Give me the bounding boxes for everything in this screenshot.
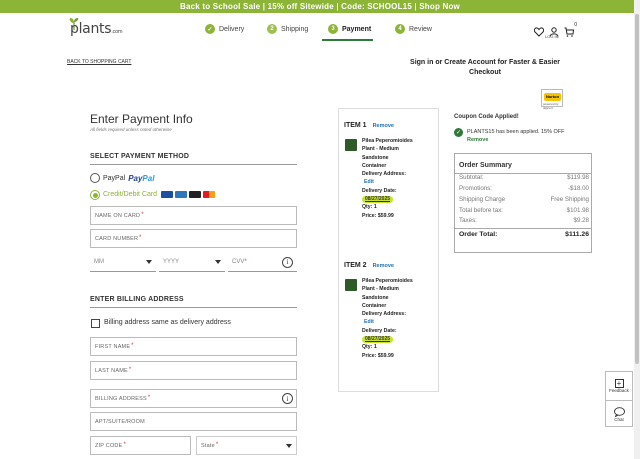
step-label: Delivery [219,25,245,33]
same-as-delivery-label[interactable]: Billing address same as delivery address [104,319,231,326]
item-1-details: Pilea Peperomioides Plant - Medium Sands… [362,138,413,219]
edit-address-link[interactable]: Edit [364,179,374,185]
check-circle-icon: ✓ [454,128,463,137]
step-payment[interactable]: 3 Payment [328,22,371,36]
step-number: 4 [395,24,405,34]
item-thumbnail[interactable] [345,279,357,291]
chat-button[interactable]: Chat [606,400,632,428]
remove-coupon-button[interactable]: Remove [467,136,565,144]
step-review[interactable]: 4 Review [395,22,432,36]
discover-icon [189,191,202,198]
credit-card-option[interactable]: Credit/Debit Card [103,191,216,198]
step-number: 2 [267,24,277,34]
order-total: Order Total: $111.26 [459,231,589,238]
item-2-details: Pilea Peperomioides Plant - Medium Sands… [362,278,413,359]
paypal-radio[interactable] [90,173,100,183]
name-on-card-input[interactable]: NAME ON CARD * [90,206,297,225]
cart-count: 0 [574,22,577,28]
billing-address-input[interactable]: BILLING ADDRESS* i [90,389,297,408]
page-title: Enter Payment Info [90,112,193,126]
divider [90,307,297,308]
summary-row: Shipping Charge Free Shipping [459,196,589,203]
chevron-down-icon [146,260,152,264]
chat-bubble-icon [613,407,625,417]
logo-text: plants.com [70,21,123,37]
summary-row: Taxes: $9.28 [459,217,589,224]
summary-row: Promotions: -$18.00 [459,185,589,192]
apt-suite-input[interactable]: APT/SUITE/ROOM [90,412,297,431]
delivery-date-chip[interactable]: 08/27/2025 [362,196,394,204]
item-thumbnail[interactable] [345,139,357,151]
credit-card-label: Credit/Debit Card [103,191,158,198]
cart-icon[interactable]: 0 [564,22,577,37]
delivery-date-chip[interactable]: 08/27/2025 [362,336,394,344]
visa-icon [161,191,174,198]
item-1-header: ITEM 1 Remove [344,122,394,129]
credit-card-radio[interactable] [90,190,100,200]
promo-banner[interactable]: Back to School Sale | 15% off Sitewide |… [0,0,640,13]
required-note: All fields required unless noted otherwi… [90,127,172,132]
paypal-option[interactable]: PayPal PayPal [103,174,154,183]
same-as-delivery-checkbox[interactable] [91,319,100,328]
chevron-down-icon [286,443,292,448]
coupon-message: PLANTS15 has been applied. 15% OFF [467,129,565,135]
amex-icon [175,191,188,198]
card-number-input[interactable]: CARD NUMBER * [90,229,297,248]
active-step-underline [322,39,373,41]
year-select[interactable]: YYYY [159,253,225,272]
feedback-button[interactable]: + Feedback [606,372,632,400]
summary-title: Order Summary [459,162,512,169]
signin-link[interactable]: Sign in or Create Account for Faster & E… [410,58,560,78]
edit-address-link[interactable]: Edit [364,319,374,325]
coupon-title: Coupon Code Applied! [454,114,519,120]
remove-item-button[interactable]: Remove [373,263,394,269]
norton-badge: Norton powered by digicert [541,89,563,110]
scrollbar-thumb[interactable] [635,14,639,364]
back-to-cart-link[interactable]: BACK TO SHOPPING CART [67,59,131,65]
summary-row: Total before tax: $101.98 [459,207,589,214]
coupon-applied: ✓ PLANTS15 has been applied. 15% OFF Rem… [454,128,565,144]
heart-icon[interactable] [533,24,545,37]
login-label[interactable]: LOG IN [545,34,559,39]
item-2-header: ITEM 2 Remove [344,262,394,269]
card-logos [161,191,216,198]
info-icon[interactable]: i [282,256,293,268]
remove-item-button[interactable]: Remove [373,123,394,129]
feedback-widget: + Feedback Chat [605,371,633,427]
first-name-input[interactable]: FIRST NAME * [90,337,297,356]
site-logo[interactable]: plants.com [68,17,128,39]
divider [455,228,591,229]
step-number: 3 [328,24,338,34]
cvv-input[interactable]: CVV* i [228,253,297,272]
month-select[interactable]: MM [90,253,156,272]
mastercard-icon [203,191,216,198]
step-label: Review [409,25,432,33]
norton-sub: powered by digicert [543,102,559,110]
plus-box-icon: + [614,379,624,388]
step-label: Shipping [281,25,309,33]
check-icon: ✓ [205,24,215,34]
last-name-input[interactable]: LAST NAME * [90,361,297,380]
zip-code-input[interactable]: ZIP CODE * [90,436,191,455]
chevron-down-icon [215,260,221,264]
billing-title: ENTER BILLING ADDRESS [90,296,184,303]
norton-logo: Norton [544,93,561,101]
summary-row: Subtotal: $119.98 [459,174,589,181]
state-select[interactable]: State* [196,436,297,455]
divider [90,164,297,165]
payment-method-title: SELECT PAYMENT METHOD [90,153,190,160]
paypal-logo: PayPal [128,174,155,183]
info-icon[interactable]: i [282,393,293,404]
order-summary: Order Summary Subtotal: $119.98 Promotion… [454,153,592,253]
step-label: Payment [342,25,372,33]
paypal-label: PayPal [103,175,126,182]
step-delivery[interactable]: ✓ Delivery [205,22,244,36]
step-shipping[interactable]: 2 Shipping [267,22,308,36]
